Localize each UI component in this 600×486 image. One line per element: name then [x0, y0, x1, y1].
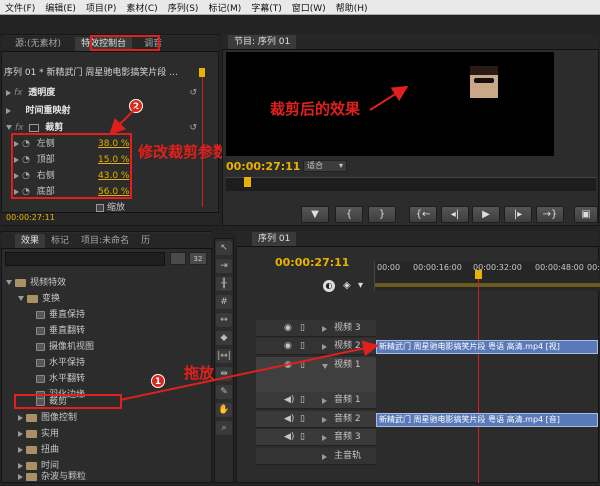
- arrow-to-params: [109, 107, 137, 135]
- annotation-arrows: [109, 85, 409, 401]
- arrow-to-program: [369, 85, 409, 111]
- arrow-to-clip: [119, 340, 379, 401]
